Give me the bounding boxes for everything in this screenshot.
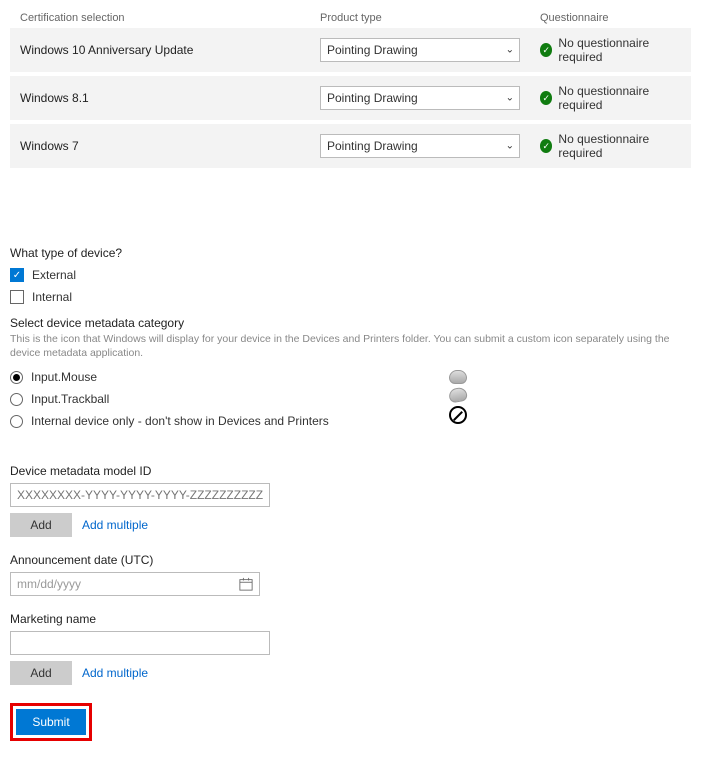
- checkbox-internal[interactable]: [10, 290, 24, 304]
- metadata-cat-subtitle: This is the icon that Windows will displ…: [10, 333, 691, 360]
- marketing-add-multiple-link[interactable]: Add multiple: [82, 666, 148, 680]
- model-id-input[interactable]: [10, 483, 270, 507]
- radio-input-trackball-label: Input.Trackball: [31, 392, 109, 406]
- questionnaire-status: ✓ No questionnaire required: [540, 132, 681, 160]
- marketing-add-button[interactable]: Add: [10, 661, 72, 685]
- checkbox-external[interactable]: ✓: [10, 268, 24, 282]
- cert-name: Windows 7: [20, 139, 320, 153]
- model-id-add-multiple-link[interactable]: Add multiple: [82, 518, 148, 532]
- questionnaire-status: ✓ No questionnaire required: [540, 84, 681, 112]
- check-icon: ✓: [540, 91, 552, 105]
- marketing-name-input[interactable]: [10, 631, 270, 655]
- radio-input-trackball[interactable]: [10, 393, 23, 406]
- product-type-select[interactable]: Pointing Drawing: [320, 86, 520, 110]
- radio-input-mouse-label: Input.Mouse: [31, 370, 97, 384]
- submit-highlight: Submit: [10, 703, 92, 741]
- category-icon-preview: [449, 370, 467, 424]
- cert-header-product: Product type: [320, 12, 540, 24]
- submit-button[interactable]: Submit: [16, 709, 86, 735]
- mouse-icon: [449, 370, 467, 384]
- model-id-label: Device metadata model ID: [10, 464, 691, 478]
- marketing-name-label: Marketing name: [10, 612, 691, 626]
- model-id-add-button[interactable]: Add: [10, 513, 72, 537]
- cert-header-questionnaire: Questionnaire: [540, 12, 681, 24]
- check-icon: ✓: [540, 139, 552, 153]
- cert-row: Windows 8.1 Pointing Drawing ⌄ ✓ No ques…: [10, 76, 691, 120]
- announcement-date-placeholder: mm/dd/yyyy: [17, 577, 81, 591]
- device-type-section: What type of device? ✓ External Internal: [10, 246, 691, 304]
- product-type-select[interactable]: Pointing Drawing: [320, 134, 520, 158]
- cert-name: Windows 10 Anniversary Update: [20, 43, 320, 57]
- cert-header-cert: Certification selection: [20, 12, 320, 24]
- cert-row: Windows 7 Pointing Drawing ⌄ ✓ No questi…: [10, 124, 691, 168]
- calendar-icon: [239, 577, 253, 591]
- cert-name: Windows 8.1: [20, 91, 320, 105]
- device-type-title: What type of device?: [10, 246, 691, 260]
- no-icon: [449, 406, 467, 424]
- cert-row: Windows 10 Anniversary Update Pointing D…: [10, 28, 691, 72]
- checkbox-external-label: External: [32, 268, 76, 282]
- radio-internal-only[interactable]: [10, 415, 23, 428]
- questionnaire-status: ✓ No questionnaire required: [540, 36, 681, 64]
- announcement-date-label: Announcement date (UTC): [10, 553, 691, 567]
- cert-header-row: Certification selection Product type Que…: [10, 8, 691, 28]
- metadata-cat-title: Select device metadata category: [10, 316, 691, 330]
- certification-table: Certification selection Product type Que…: [10, 8, 691, 168]
- product-type-select[interactable]: Pointing Drawing: [320, 38, 520, 62]
- checkbox-internal-label: Internal: [32, 290, 72, 304]
- radio-input-mouse[interactable]: [10, 371, 23, 384]
- trackball-icon: [448, 387, 468, 404]
- radio-internal-only-label: Internal device only - don't show in Dev…: [31, 414, 329, 428]
- announcement-date-input[interactable]: mm/dd/yyyy: [10, 572, 260, 596]
- check-icon: ✓: [540, 43, 552, 57]
